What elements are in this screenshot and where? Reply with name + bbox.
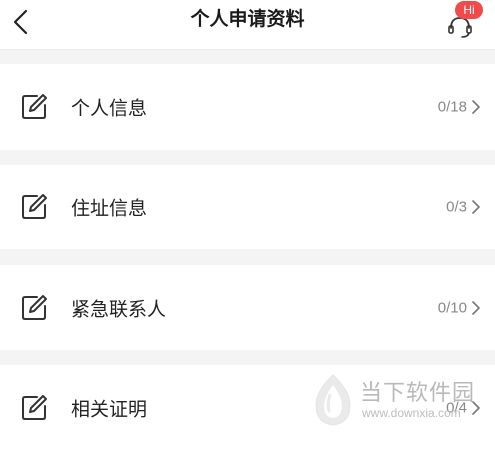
menu-item-label: 个人信息 bbox=[71, 97, 148, 120]
chevron-right-icon bbox=[472, 200, 480, 214]
chevron-right-icon bbox=[472, 100, 480, 114]
chevron-right-icon bbox=[472, 400, 480, 415]
progress-count: 0/18 bbox=[437, 98, 467, 116]
edit-icon bbox=[22, 194, 47, 219]
progress-count: 0/10 bbox=[437, 299, 467, 316]
menu-item-address-info[interactable]: 住址信息 0/3 bbox=[0, 165, 495, 249]
progress-count: 0/4 bbox=[446, 399, 467, 416]
edit-icon bbox=[22, 94, 47, 119]
menu-item-label: 相关证明 bbox=[71, 398, 148, 420]
section-separator bbox=[0, 50, 495, 64]
customer-service-button[interactable]: Hi bbox=[440, 0, 490, 44]
menu-item-related-proof[interactable]: 相关证明 0/4 bbox=[0, 365, 495, 450]
chevron-right-icon bbox=[472, 300, 480, 315]
hi-badge: Hi bbox=[455, 1, 483, 19]
menu-item-personal-info[interactable]: 个人信息 0/18 bbox=[0, 64, 495, 150]
section-separator bbox=[0, 350, 495, 365]
menu-item-label: 住址信息 bbox=[71, 197, 148, 220]
menu-item-emergency-contact[interactable]: 紧急联系人 0/10 bbox=[0, 265, 495, 350]
section-separator bbox=[0, 150, 495, 165]
application-profile-screen: 个人申请资料 Hi 个人信息 0/18 住址信息 0/3 紧急联系人 0/10 … bbox=[0, 0, 495, 450]
edit-icon bbox=[22, 294, 47, 320]
progress-count: 0/3 bbox=[446, 198, 467, 216]
edit-icon bbox=[22, 394, 47, 420]
menu-item-label: 紧急联系人 bbox=[71, 298, 167, 320]
page-title: 个人申请资料 bbox=[190, 8, 305, 30]
section-separator bbox=[0, 249, 495, 265]
top-bar: 个人申请资料 Hi bbox=[0, 0, 495, 50]
